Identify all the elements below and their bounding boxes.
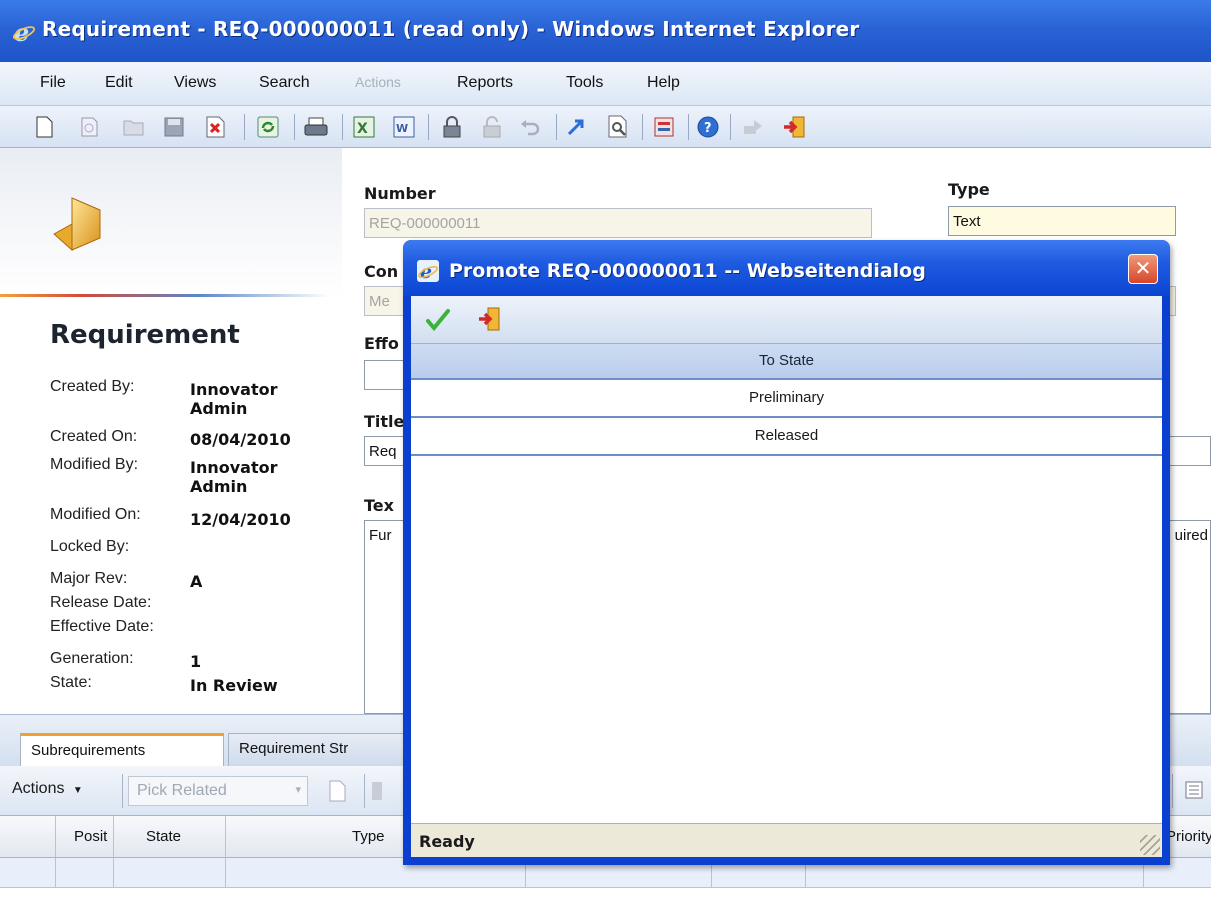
prop-created-by-value: Innovator Admin bbox=[190, 380, 278, 418]
prop-state-value: In Review bbox=[190, 676, 278, 695]
dialog-titlebar: e Promote REQ-000000011 -- Webseitendial… bbox=[403, 240, 1170, 296]
ie-logo-icon: e bbox=[417, 260, 439, 282]
resize-grip-icon[interactable] bbox=[1140, 835, 1160, 855]
grid-options-icon bbox=[1184, 780, 1206, 806]
menu-help[interactable]: Help bbox=[647, 74, 680, 92]
menu-views[interactable]: Views bbox=[174, 74, 216, 92]
text-field-content: Fur bbox=[369, 527, 392, 544]
menu-edit[interactable]: Edit bbox=[105, 74, 133, 92]
prop-created-on-value: 08/04/2010 bbox=[190, 430, 291, 449]
tab-subrequirements[interactable]: Subrequirements bbox=[20, 733, 224, 767]
close-button[interactable]: ✕ bbox=[1128, 254, 1158, 284]
col-state[interactable]: State bbox=[146, 828, 181, 845]
refresh-icon[interactable] bbox=[256, 115, 280, 139]
actions-menu-label: Actions bbox=[12, 780, 65, 797]
menu-search[interactable]: Search bbox=[259, 74, 310, 92]
dialog-body: To State Preliminary Released Ready bbox=[411, 296, 1162, 857]
prop-release-date-label: Release Date: bbox=[50, 594, 152, 611]
item-banner bbox=[0, 148, 342, 298]
svg-text:X: X bbox=[357, 121, 368, 137]
type-label: Type bbox=[948, 180, 990, 199]
type-field[interactable]: Text bbox=[948, 206, 1176, 236]
menu-file[interactable]: File bbox=[40, 74, 66, 92]
print-icon[interactable] bbox=[304, 115, 328, 139]
prop-created-by-label: Created By: bbox=[50, 378, 135, 395]
claim-icon bbox=[742, 115, 766, 139]
classification-label: Con bbox=[364, 262, 399, 281]
dialog-statusbar: Ready bbox=[411, 823, 1162, 857]
requirement-type-icon bbox=[53, 197, 101, 252]
menu-tools[interactable]: Tools bbox=[566, 74, 603, 92]
excel-icon[interactable]: X bbox=[352, 115, 376, 139]
status-text: Ready bbox=[419, 832, 475, 851]
tab-requirement-structure[interactable]: Requirement Str bbox=[228, 733, 418, 767]
svg-text:?: ? bbox=[704, 121, 712, 136]
number-field: REQ-000000011 bbox=[364, 208, 872, 238]
open-icon bbox=[122, 115, 146, 139]
banner-rule bbox=[0, 294, 330, 297]
new-relation-icon bbox=[328, 780, 346, 806]
main-toolbar: X W ? bbox=[0, 106, 1211, 148]
word-icon[interactable]: W bbox=[392, 115, 416, 139]
undo-icon bbox=[518, 115, 542, 139]
effort-label: Effo bbox=[364, 334, 399, 353]
ie-logo-icon: e bbox=[12, 20, 36, 44]
title-label: Title bbox=[364, 412, 405, 431]
actions-menu[interactable]: Actions ▼ bbox=[12, 780, 83, 798]
prop-modified-by-label: Modified By: bbox=[50, 456, 139, 473]
svg-text:W: W bbox=[396, 122, 408, 135]
delete-icon[interactable] bbox=[204, 115, 228, 139]
col-priority[interactable]: Priority bbox=[1166, 828, 1211, 845]
pick-related-label: Pick Related bbox=[137, 782, 227, 799]
menu-actions: Actions bbox=[355, 74, 401, 90]
prop-effective-date-label: Effective Date: bbox=[50, 618, 154, 635]
chevron-down-icon: ▾ bbox=[295, 784, 301, 796]
report-icon[interactable] bbox=[652, 115, 676, 139]
prop-state-label: State: bbox=[50, 674, 92, 691]
exit-icon[interactable] bbox=[782, 115, 806, 139]
prop-modified-on-value: 12/04/2010 bbox=[190, 510, 291, 529]
menu-reports[interactable]: Reports bbox=[457, 74, 513, 92]
item-heading: Requirement bbox=[50, 320, 240, 350]
promote-icon[interactable] bbox=[564, 115, 588, 139]
where-used-icon[interactable] bbox=[606, 115, 630, 139]
number-label: Number bbox=[364, 184, 436, 203]
svg-text:e: e bbox=[14, 20, 29, 44]
item-info-panel: Requirement Created By: Innovator Admin … bbox=[0, 148, 342, 714]
prop-locked-by-label: Locked By: bbox=[50, 538, 130, 555]
dialog-title: Promote REQ-000000011 -- Webseitendialog bbox=[449, 260, 926, 282]
prop-modified-on-label: Modified On: bbox=[50, 506, 141, 523]
close-icon: ✕ bbox=[1134, 256, 1152, 280]
prop-generation-value: 1 bbox=[190, 652, 202, 671]
text-label: Tex bbox=[364, 496, 394, 515]
view-icon bbox=[78, 115, 102, 139]
prop-major-rev-value: A bbox=[190, 572, 203, 591]
exit-icon[interactable] bbox=[477, 306, 503, 336]
pick-related-select: Pick Related ▾ bbox=[128, 776, 308, 806]
col-type[interactable]: Type bbox=[352, 828, 385, 845]
prop-major-rev-label: Major Rev: bbox=[50, 570, 128, 587]
grid-tool-icon bbox=[370, 780, 386, 806]
prop-generation-label: Generation: bbox=[50, 650, 134, 667]
ok-checkmark-icon[interactable] bbox=[425, 308, 451, 336]
window-title: Requirement - REQ-000000011 (read only) … bbox=[42, 17, 860, 41]
state-option-released[interactable]: Released bbox=[411, 418, 1162, 456]
to-state-column-header: To State bbox=[411, 344, 1162, 380]
state-option-preliminary[interactable]: Preliminary bbox=[411, 380, 1162, 418]
new-icon[interactable] bbox=[32, 115, 56, 139]
lock-icon[interactable] bbox=[440, 115, 464, 139]
col-position[interactable]: Posit bbox=[74, 828, 107, 845]
menubar: File Edit Views Search Actions Reports T… bbox=[0, 62, 1211, 106]
help-icon[interactable]: ? bbox=[696, 115, 720, 139]
caret-down-icon: ▼ bbox=[72, 785, 83, 796]
promote-dialog: e Promote REQ-000000011 -- Webseitendial… bbox=[403, 240, 1170, 865]
save-icon bbox=[162, 115, 186, 139]
prop-created-on-label: Created On: bbox=[50, 428, 138, 445]
prop-modified-by-value: Innovator Admin bbox=[190, 458, 278, 496]
unlock-icon bbox=[480, 115, 504, 139]
window-titlebar: e Requirement - REQ-000000011 (read only… bbox=[0, 0, 1211, 62]
dialog-toolbar bbox=[411, 296, 1162, 344]
text-field-content-right: uired bbox=[1174, 527, 1208, 544]
